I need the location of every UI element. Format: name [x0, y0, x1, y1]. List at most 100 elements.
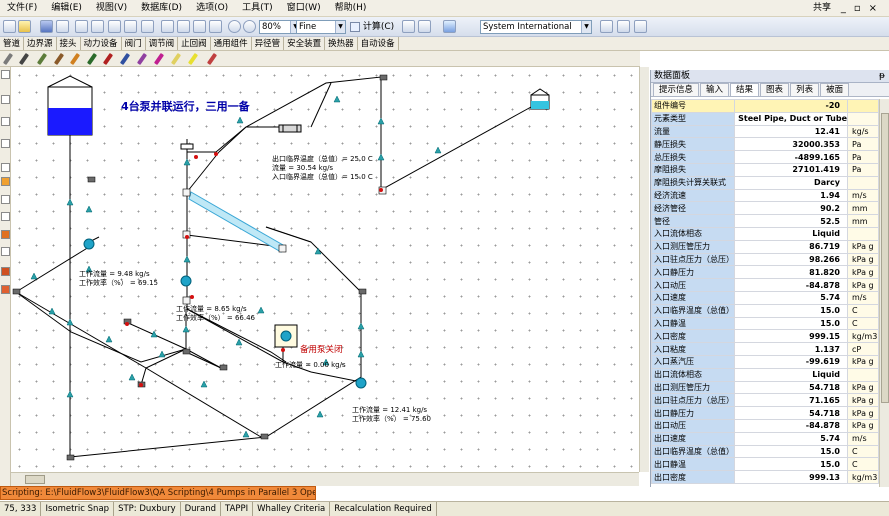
result-row[interactable]: 出口静温 15.0 C	[650, 457, 879, 472]
menu-database[interactable]: 数据库(D)	[134, 0, 189, 17]
result-row[interactable]: 入口速度 5.74 m/s	[650, 290, 879, 305]
pipe-dkgreen-icon[interactable]	[86, 52, 98, 66]
cross-tool-icon[interactable]	[1, 163, 10, 172]
result-row[interactable]: 元素类型 Steel Pipe, Duct or Tube	[650, 111, 879, 126]
pipe-gray-icon[interactable]	[2, 52, 14, 66]
tab-valves[interactable]: 阀门	[122, 37, 146, 50]
print-preview-icon[interactable]	[124, 20, 137, 33]
paste-icon[interactable]	[193, 20, 206, 33]
result-row[interactable]: 出口测压管压力 54.718 kPa g	[650, 380, 879, 395]
misc-tool-icon[interactable]	[1, 285, 10, 294]
menu-help[interactable]: 帮助(H)	[328, 0, 374, 17]
orange-tool-icon[interactable]	[1, 177, 10, 186]
tab-automatic[interactable]: 自动设备	[358, 37, 399, 50]
save-icon[interactable]	[40, 20, 53, 33]
copy-icon[interactable]	[177, 20, 190, 33]
result-row[interactable]: 入口静温 15.0 C	[650, 316, 879, 331]
result-row[interactable]: 出口临界温度（总值） 15.0 C	[650, 444, 879, 459]
result-row[interactable]: 摩阻损失计算关联式 Darcy	[650, 175, 879, 190]
open-folder-icon[interactable]	[18, 20, 31, 33]
tab-control-valves[interactable]: 调节阀	[146, 37, 179, 50]
heat-exchanger[interactable]	[278, 124, 302, 133]
pipe-blue-icon[interactable]	[119, 52, 131, 66]
result-row[interactable]: 入口粘度 1.137 cP	[650, 342, 879, 356]
pipe-orange-icon[interactable]	[69, 52, 81, 66]
pipe-green-icon[interactable]	[36, 52, 48, 66]
circle-tool-icon[interactable]	[1, 195, 10, 204]
zoom-out-icon[interactable]	[243, 20, 256, 33]
tab-list[interactable]: 列表	[790, 83, 820, 96]
result-row[interactable]: 经济管径 90.2 mm	[650, 201, 879, 216]
result-row[interactable]: 经济流速 1.94 m/s	[650, 188, 879, 203]
result-row[interactable]: 入口驻点压力（总压） 98.266 kPa g	[650, 252, 879, 267]
result-row[interactable]: 出口密度 999.13 kg/m3	[650, 470, 879, 484]
chart-tool-icon[interactable]	[1, 267, 10, 276]
unit-system-select[interactable]: System International ▼	[480, 20, 592, 34]
line-tool-icon[interactable]	[1, 139, 10, 148]
unit-a-icon[interactable]	[600, 20, 613, 33]
hscroll-thumb[interactable]	[25, 475, 45, 484]
pipe-red-icon[interactable]	[102, 52, 114, 66]
result-row[interactable]: 入口蒸汽压 -99.619 kPa g	[650, 354, 879, 369]
result-row[interactable]: 组件编号 -20	[650, 99, 879, 113]
status-whalley[interactable]: Whalley Criteria	[253, 502, 331, 516]
result-row[interactable]: 入口流体相态 Liquid	[650, 226, 879, 241]
canvas-vscrollbar[interactable]	[639, 67, 649, 472]
share-button[interactable]: 共享	[813, 0, 831, 17]
open-doc-icon[interactable]	[75, 20, 88, 33]
pipe-yellow2-icon[interactable]	[187, 52, 199, 66]
tab-surface[interactable]: 被面	[820, 83, 850, 96]
pipe-dark-icon[interactable]	[18, 52, 30, 66]
tab-pipes[interactable]: 管道	[0, 37, 25, 50]
tab-check-valves[interactable]: 止回阀	[178, 37, 211, 50]
rect-tool-icon[interactable]	[1, 95, 10, 104]
tab-hints[interactable]: 提示信息	[653, 83, 700, 96]
wrench-icon[interactable]	[418, 20, 431, 33]
result-row[interactable]: 入口密度 999.15 kg/m3	[650, 329, 879, 344]
pin-icon[interactable]: ᵽ	[879, 70, 885, 83]
settings-icon[interactable]	[402, 20, 415, 33]
selected-pipe[interactable]	[188, 191, 284, 253]
result-row[interactable]: 静压损失 32000.353 Pa	[650, 137, 879, 152]
status-stp[interactable]: STP: Duxbury	[114, 502, 181, 516]
unit-b-icon[interactable]	[617, 20, 630, 33]
canvas-hscrollbar[interactable]	[11, 472, 639, 486]
arrow-tool-icon[interactable]	[1, 247, 10, 256]
report-icon[interactable]	[141, 20, 154, 33]
result-row[interactable]: 出口静压力 54.718 kPa g	[650, 406, 879, 420]
result-row[interactable]: 入口测压管压力 86.719 kPa g	[650, 239, 879, 254]
menu-options[interactable]: 选项(O)	[189, 0, 235, 17]
tab-input[interactable]: 输入	[700, 83, 730, 96]
data-panel-scrollbar[interactable]	[879, 99, 889, 487]
result-row[interactable]: 入口动压 -84.878 kPa g	[650, 278, 879, 292]
menu-view[interactable]: 视图(V)	[89, 0, 134, 17]
window-controls[interactable]: _▫×	[841, 0, 885, 17]
tab-boundary[interactable]: 边界源	[24, 37, 57, 50]
copy-doc-icon[interactable]	[56, 20, 69, 33]
result-row[interactable]: 出口动压 -84.878 kPa g	[650, 418, 879, 433]
print-icon[interactable]	[108, 20, 121, 33]
tab-general[interactable]: 通用组件	[211, 37, 252, 50]
zoom-in-icon[interactable]	[228, 20, 241, 33]
tab-charts[interactable]: 图表	[760, 83, 790, 96]
result-row[interactable]: 入口临界温度（总值） 15.0 C	[650, 303, 879, 318]
fill-tool-icon[interactable]	[1, 230, 10, 239]
pipe-brown-icon[interactable]	[53, 52, 65, 66]
unit-c-icon[interactable]	[634, 20, 647, 33]
preview-icon[interactable]	[91, 20, 104, 33]
menu-edit[interactable]: 编辑(E)	[44, 0, 89, 17]
result-row[interactable]: 出口驻点压力（总压） 71.165 kPa g	[650, 393, 879, 408]
result-row[interactable]: 管径 52.5 mm	[650, 214, 879, 228]
result-row[interactable]: 总压损失 -4899.165 Pa	[650, 150, 879, 164]
data-panel-scroll-thumb[interactable]	[881, 113, 889, 403]
diamond-icon[interactable]	[443, 20, 456, 33]
result-row[interactable]: 摩阻损失 27101.419 Pa	[650, 162, 879, 177]
status-tappi[interactable]: TAPPI	[221, 502, 254, 516]
cut-icon[interactable]	[161, 20, 174, 33]
supply-tank[interactable]	[47, 75, 93, 136]
tab-heat-exchangers[interactable]: 换热器	[325, 37, 358, 50]
box-tool-icon[interactable]	[1, 117, 10, 126]
menu-window[interactable]: 窗口(W)	[280, 0, 328, 17]
zoom-select[interactable]: 80%▼	[259, 20, 301, 34]
tab-joints[interactable]: 接头	[57, 37, 81, 50]
